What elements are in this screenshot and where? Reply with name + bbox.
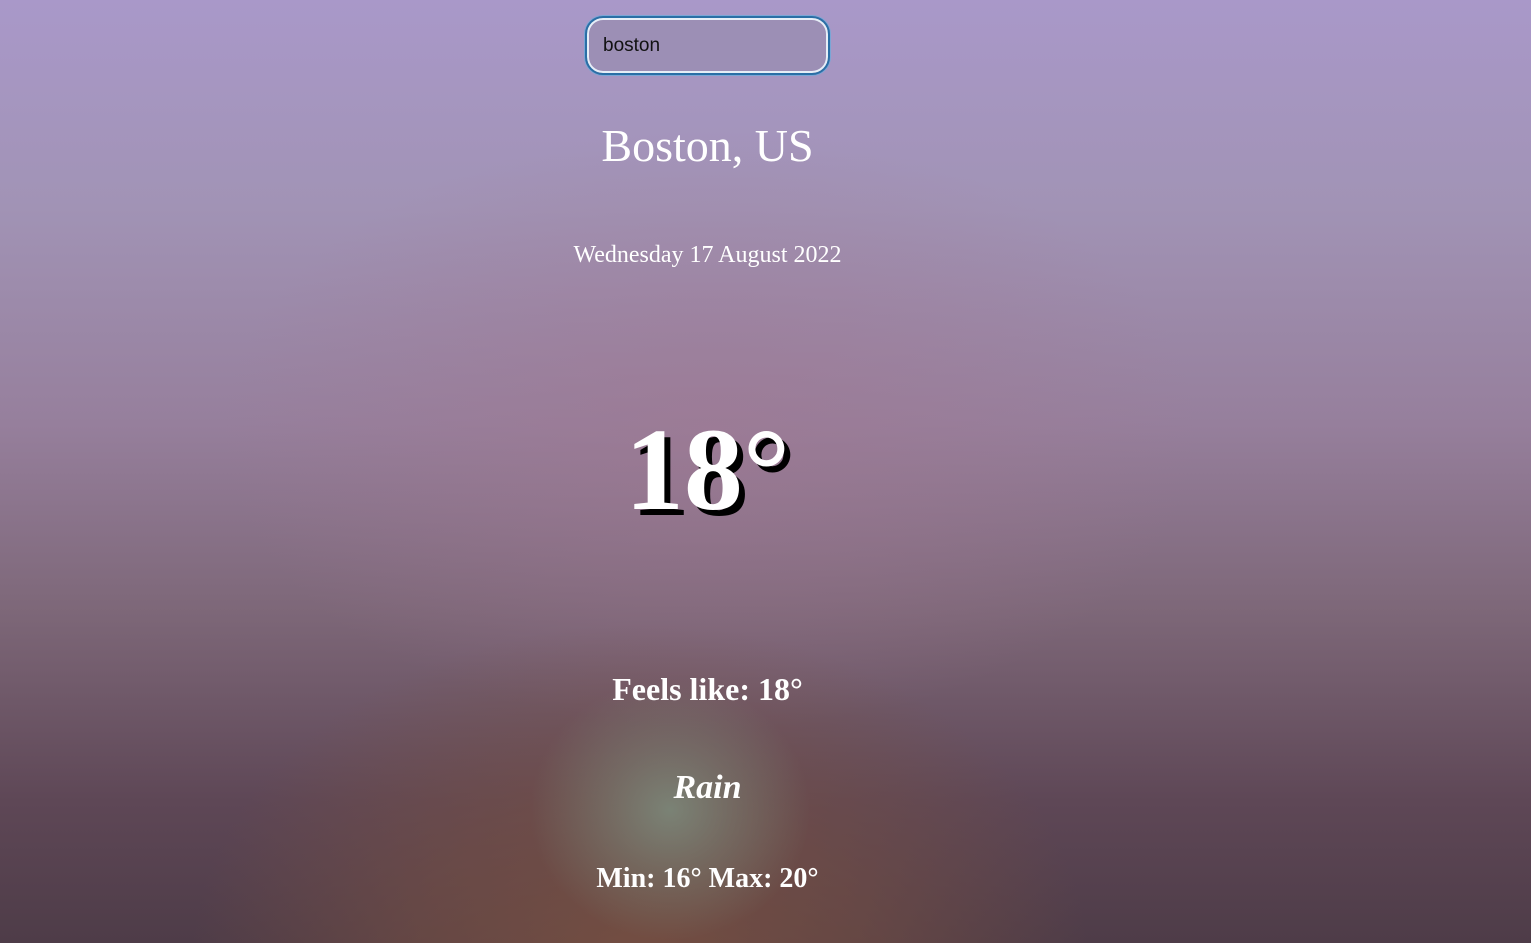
search-bar bbox=[585, 16, 830, 75]
min-max-temperature: Min: 16° Max: 20° bbox=[596, 863, 819, 894]
weather-app: { "search": { "value": "boston", "placeh… bbox=[0, 0, 1531, 943]
weather-condition: Rain bbox=[673, 769, 742, 806]
search-input[interactable] bbox=[585, 16, 830, 75]
location-heading: Boston, US bbox=[601, 120, 814, 171]
feels-like-temperature: Feels like: 18° bbox=[612, 671, 803, 707]
current-date: Wednesday 17 August 2022 bbox=[573, 242, 842, 268]
current-temperature: 18° bbox=[624, 404, 791, 535]
